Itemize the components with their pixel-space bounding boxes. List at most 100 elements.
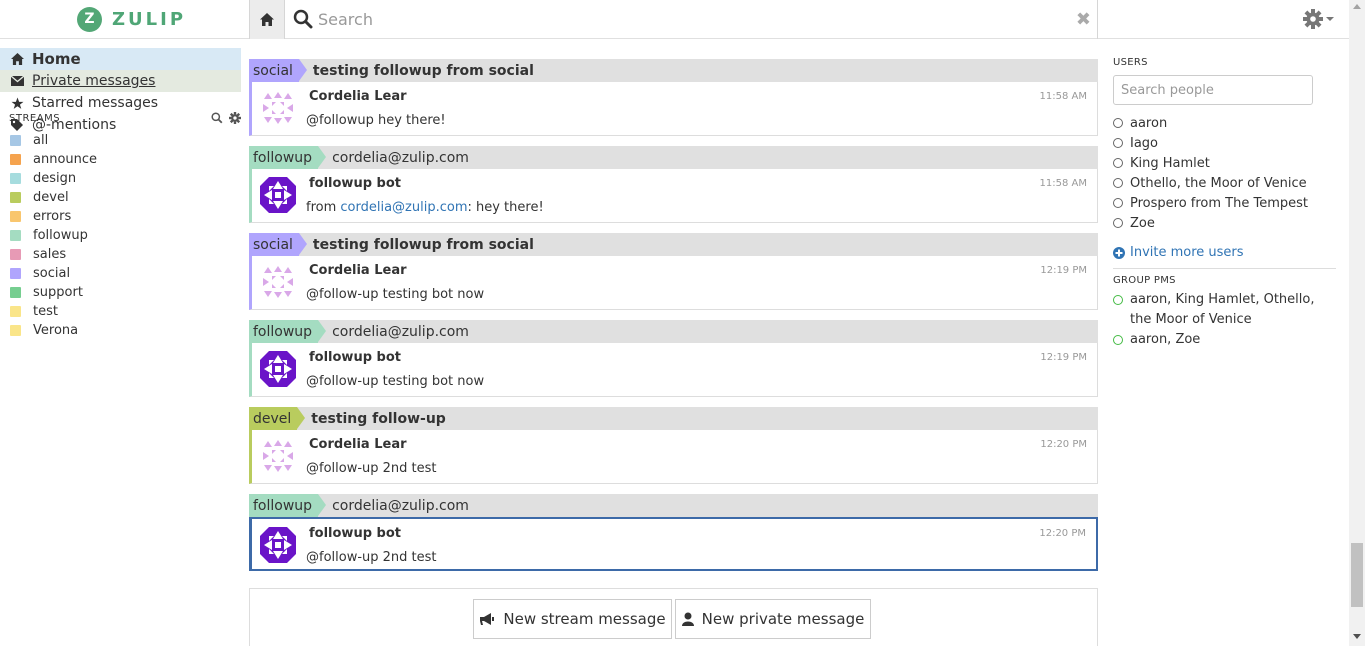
message-stream-label[interactable]: devel: [249, 407, 306, 430]
group-pm-item[interactable]: aaron, Zoe: [1113, 330, 1328, 350]
stream-color-swatch: [10, 268, 21, 279]
avatar[interactable]: [260, 527, 296, 563]
message-sender[interactable]: Cordelia Lear: [309, 263, 407, 278]
stream-color-swatch: [10, 306, 21, 317]
stream-item[interactable]: test: [10, 302, 97, 321]
avatar[interactable]: [260, 177, 296, 213]
message-topic[interactable]: testing followup from social: [313, 63, 534, 79]
search-icon[interactable]: [293, 9, 313, 29]
message-topic[interactable]: cordelia@zulip.com: [332, 324, 469, 340]
recipient-bar[interactable]: followup cordelia@zulip.com: [249, 146, 1098, 169]
message-stream-label[interactable]: followup: [249, 146, 327, 169]
scroll-down-arrow-icon[interactable]: [1353, 634, 1361, 639]
stream-item[interactable]: errors: [10, 207, 97, 226]
scrollbar-thumb[interactable]: [1351, 543, 1363, 607]
right-sidebar: USERS aaron Iago King Hamlet Othello, the M…: [1113, 57, 1336, 347]
message-stream-label[interactable]: followup: [249, 320, 327, 343]
stream-name: all: [33, 133, 49, 148]
recipient-bar[interactable]: followup cordelia@zulip.com: [249, 494, 1098, 517]
recipient-bar[interactable]: followup cordelia@zulip.com: [249, 320, 1098, 343]
message-stream-label[interactable]: social: [249, 59, 307, 82]
message-row[interactable]: Cordelia Lear 11:58 AM @followup hey there…: [249, 82, 1098, 136]
message-topic[interactable]: cordelia@zulip.com: [332, 498, 469, 514]
stream-item[interactable]: Verona: [10, 321, 97, 340]
nav-private-messages[interactable]: Private messages: [0, 70, 241, 92]
stream-item[interactable]: sales: [10, 245, 97, 264]
message-row[interactable]: Cordelia Lear 12:19 PM @follow-up testing …: [249, 256, 1098, 310]
search-input[interactable]: [318, 5, 1058, 33]
nav-starred-label: Starred messages: [32, 95, 159, 111]
group-pm-name: aaron, King Hamlet, Othello, the Moor of…: [1130, 292, 1315, 327]
user-item[interactable]: Prospero from The Tempest: [1113, 193, 1336, 213]
user-item[interactable]: Othello, the Moor of Venice: [1113, 173, 1336, 193]
gear-icon[interactable]: [229, 112, 241, 124]
scrollbar[interactable]: [1349, 0, 1365, 646]
message-sender[interactable]: followup bot: [309, 350, 401, 365]
settings-menu-button[interactable]: [1303, 9, 1335, 29]
new-stream-message-button[interactable]: New stream message: [473, 599, 672, 639]
message-topic[interactable]: cordelia@zulip.com: [332, 150, 469, 166]
avatar[interactable]: [260, 438, 296, 474]
scroll-up-arrow-icon[interactable]: [1353, 4, 1361, 9]
stream-item[interactable]: design: [10, 169, 97, 188]
home-button[interactable]: [249, 0, 285, 39]
stream-item[interactable]: social: [10, 264, 97, 283]
message-topic[interactable]: testing follow-up: [311, 411, 446, 427]
logo-text: ZULIP: [112, 8, 187, 30]
stream-color-swatch: [10, 135, 21, 146]
new-private-message-label: New private message: [701, 610, 865, 628]
invite-more-users-link[interactable]: Invite more users: [1113, 245, 1244, 260]
message-row[interactable]: followup bot 12:20 PM @follow-up 2nd test: [249, 517, 1098, 571]
presence-circle-icon: [1113, 178, 1123, 188]
users-title: USERS: [1113, 57, 1148, 68]
stream-name: social: [33, 266, 71, 281]
message-stream-label[interactable]: followup: [249, 494, 327, 517]
user-item[interactable]: King Hamlet: [1113, 153, 1336, 173]
stream-item[interactable]: followup: [10, 226, 97, 245]
message-sender[interactable]: followup bot: [309, 526, 401, 541]
user-item[interactable]: Zoe: [1113, 213, 1336, 233]
user-name: aaron: [1130, 115, 1168, 131]
search-people-input[interactable]: [1113, 75, 1313, 105]
presence-circle-icon: [1113, 138, 1123, 148]
star-icon: [10, 97, 24, 110]
message-content: @followup hey there!: [306, 113, 446, 128]
user-icon: [681, 612, 694, 626]
close-icon[interactable]: ✖: [1076, 9, 1091, 30]
message-stream-label[interactable]: social: [249, 233, 307, 256]
zulip-logo[interactable]: Z ZULIP: [77, 6, 186, 32]
recipient-bar[interactable]: devel testing follow-up: [249, 407, 1098, 430]
message-row[interactable]: followup bot 12:19 PM @follow-up testing b…: [249, 343, 1098, 397]
home-icon: [260, 13, 274, 26]
streams-title: STREAMS: [9, 112, 61, 124]
message-row[interactable]: Cordelia Lear 12:20 PM @follow-up 2nd test: [249, 430, 1098, 484]
user-item[interactable]: Iago: [1113, 133, 1336, 153]
recipient-bar[interactable]: social testing followup from social: [249, 59, 1098, 82]
email-link[interactable]: cordelia@zulip.com: [340, 200, 467, 215]
nav-home[interactable]: Home: [0, 48, 241, 70]
avatar[interactable]: [260, 264, 296, 300]
message-sender[interactable]: Cordelia Lear: [309, 437, 407, 452]
stream-item[interactable]: support: [10, 283, 97, 302]
avatar[interactable]: [260, 90, 296, 126]
message-sender[interactable]: Cordelia Lear: [309, 89, 407, 104]
stream-item[interactable]: all: [10, 131, 97, 150]
message-content: from cordelia@zulip.com: hey there!: [306, 200, 544, 215]
stream-item[interactable]: devel: [10, 188, 97, 207]
streams-header: STREAMS: [9, 112, 241, 124]
stream-item[interactable]: announce: [10, 150, 97, 169]
message-row[interactable]: followup bot 11:58 AM from cordelia@zulip.…: [249, 169, 1098, 223]
nav-starred-messages[interactable]: Starred messages: [0, 92, 241, 114]
message-timestamp: 12:19 PM: [1040, 265, 1087, 276]
search-icon[interactable]: [211, 112, 223, 124]
chevron-down-icon: [1326, 17, 1334, 21]
user-list: aaron Iago King Hamlet Othello, the Moor of…: [1113, 113, 1336, 233]
group-pm-item[interactable]: aaron, King Hamlet, Othello, the Moor of…: [1113, 290, 1328, 330]
message-topic[interactable]: testing followup from social: [313, 237, 534, 253]
avatar[interactable]: [260, 351, 296, 387]
new-private-message-button[interactable]: New private message: [675, 599, 871, 639]
message-sender[interactable]: followup bot: [309, 176, 401, 191]
recipient-bar[interactable]: social testing followup from social: [249, 233, 1098, 256]
compose-area: New stream message New private message: [249, 588, 1098, 646]
user-item[interactable]: aaron: [1113, 113, 1336, 133]
